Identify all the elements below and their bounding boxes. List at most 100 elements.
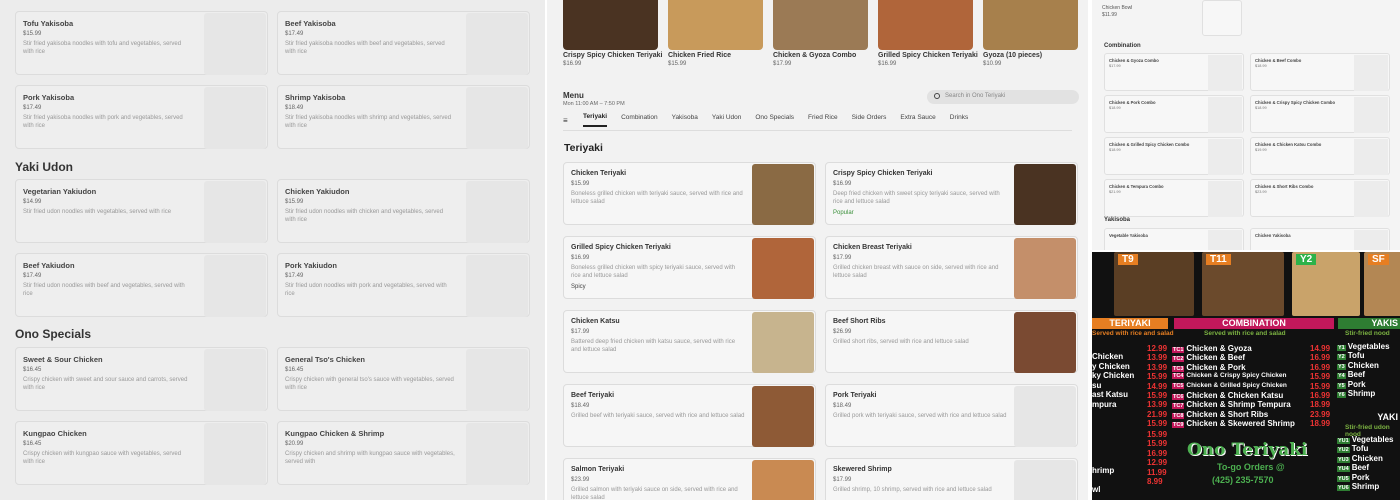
combo-name: Chicken & Gyoza: [1186, 344, 1252, 353]
menu-item-card[interactable]: Chicken Yakisoba: [1250, 228, 1390, 250]
featured-item[interactable]: Chicken Fried Rice $15.99: [668, 0, 763, 67]
combo-item: TC7 Chicken & Shrimp Tempura: [1172, 400, 1291, 410]
menu-item-card[interactable]: Kungpao Chicken & Shrimp $20.99 Crispy chi…: [277, 421, 530, 485]
menu-item-card[interactable]: Vegetarian Yakiudon $14.99 Stir fried udon…: [15, 179, 268, 243]
combo-item: TC5 Chicken & Grilled Spicy Chicken: [1172, 382, 1287, 389]
item-image: [466, 87, 528, 149]
dish-code: T9: [1118, 254, 1138, 265]
menu-item-card[interactable]: General Tso's Chicken $16.45 Crispy chicke…: [277, 347, 530, 411]
search-input[interactable]: Search in Ono Teriyaki: [927, 90, 1079, 104]
udon-name: Chicken: [1351, 453, 1383, 463]
tab-teriyaki[interactable]: Teriyaki: [583, 113, 608, 127]
item-price: $16.45: [23, 441, 42, 447]
combo-item: TC3 Chicken & Pork: [1172, 363, 1246, 372]
item-image: [1014, 238, 1076, 299]
restaurant-logo: Ono Teriyaki: [1187, 440, 1308, 460]
combo-name: Chicken & Pork: [1186, 362, 1246, 372]
menu-item-card[interactable]: Tofu Yakisoba $15.99 Stir fried yakisoba n…: [15, 11, 268, 75]
menu-item-card[interactable]: Chicken & Crispy Spicy Chicken Combo $18.…: [1250, 95, 1390, 133]
menu-item-card[interactable]: Chicken & Gyoza Combo $17.99: [1104, 53, 1244, 91]
tab-combination[interactable]: Combination: [621, 114, 658, 126]
item-price: $18.99: [1109, 148, 1121, 152]
combination-subheading: Served with rice and salad: [1204, 330, 1286, 337]
price: 15.99: [1147, 419, 1168, 429]
item-name: Salmon Teriyaki: [571, 466, 625, 473]
item-name: Chicken & Short Ribs Combo: [1255, 184, 1314, 189]
tab-extra-sauce[interactable]: Extra Sauce: [900, 114, 935, 126]
menu-item-card[interactable]: Pork Yakisoba $17.49 Stir fried yakisoba n…: [15, 85, 268, 149]
menu-item-card[interactable]: Sweet & Sour Chicken $16.45 Crispy chicken…: [15, 347, 268, 411]
menu-item-card[interactable]: Beef Yakiudon $17.49 Stir fried udon noodl…: [15, 253, 268, 317]
item-description: Grilled shrimp, 10 shrimp, served with r…: [833, 487, 992, 493]
item-name: Pork Yakiudon: [285, 261, 337, 270]
item-price: $19.99: [1255, 148, 1267, 152]
menu-item-card[interactable]: Pork Teriyaki $18.49 Grilled pork with ter…: [825, 384, 1078, 447]
yakisoba-name: Beef: [1347, 370, 1366, 380]
list-icon[interactable]: ≡: [563, 116, 571, 125]
yakisoba-code: Y1: [1337, 345, 1346, 351]
menu-item-card[interactable]: Pork Yakiudon $17.49 Stir fried udon noodl…: [277, 253, 530, 317]
item-image: [466, 423, 528, 485]
menu-item-card[interactable]: Chicken & Short Ribs Combo $23.99: [1250, 179, 1390, 217]
item-name: General Tso's Chicken: [285, 355, 366, 364]
menu-item-card[interactable]: Crispy Spicy Chicken Teriyaki $16.99 Deep …: [825, 162, 1078, 225]
menu-item-card[interactable]: Beef Yakisoba $17.49 Stir fried yakisoba n…: [277, 11, 530, 75]
search-icon: [934, 93, 940, 99]
price: 18.99: [1310, 400, 1331, 410]
price: 12.99: [1147, 458, 1168, 468]
tab-side-orders[interactable]: Side Orders: [852, 114, 887, 126]
menu-item-card[interactable]: Grilled Spicy Chicken Teriyaki $16.99 Bone…: [563, 236, 816, 299]
item-image: [204, 349, 266, 411]
menu-item-card[interactable]: Beef Short Ribs $26.99 Grilled short ribs,…: [825, 310, 1078, 373]
menu-item-card[interactable]: Chicken & Tempura Combo $21.99: [1104, 179, 1244, 217]
menu-item-card[interactable]: Chicken & Beef Combo $18.99: [1250, 53, 1390, 91]
teriyaki-item: Chicken: [1092, 352, 1124, 361]
featured-item[interactable]: Gyoza (10 pieces) $10.99: [983, 0, 1078, 67]
item-name: Chicken & Tempura Combo: [1109, 184, 1164, 189]
price: 23.99: [1310, 409, 1331, 419]
item-price: $15.99: [285, 199, 304, 205]
featured-item[interactable]: Grilled Spicy Chicken Teriyaki $16.99: [878, 0, 978, 67]
menu-item-card[interactable]: Chicken Yakiudon $15.99 Stir fried udon no…: [277, 179, 530, 243]
tab-drinks[interactable]: Drinks: [950, 114, 968, 126]
menu-item-card[interactable]: Kungpao Chicken $16.45 Crispy chicken with…: [15, 421, 268, 485]
item-price: $18.49: [285, 105, 304, 111]
menu-item-card[interactable]: Beef Teriyaki $18.49 Grilled beef with ter…: [563, 384, 816, 447]
udon-item: YU1 Vegetables: [1337, 435, 1394, 444]
item-description: Battered deep fried chicken with katsu s…: [571, 339, 736, 353]
menu-item-card[interactable]: Chicken Katsu $17.99 Battered deep fried c…: [563, 310, 816, 373]
item-name: Sweet & Sour Chicken: [23, 355, 103, 364]
combo-code: TC1: [1172, 347, 1185, 353]
tab-fried-rice[interactable]: Fried Rice: [808, 114, 838, 126]
udon-name: Pork: [1351, 472, 1370, 482]
featured-item[interactable]: Chicken & Gyoza Combo $17.99: [773, 0, 868, 67]
menu-item-card[interactable]: Chicken Breast Teriyaki $17.99 Grilled chi…: [825, 236, 1078, 299]
combo-code: TC3: [1172, 365, 1185, 372]
menu-item-card[interactable]: Vegetable Yakisoba: [1104, 228, 1244, 250]
menu-item-card[interactable]: Skewered Shrimp $17.99 Grilled shrimp, 10 …: [825, 458, 1078, 500]
combo-name: Chicken & Chicken Katsu: [1186, 391, 1284, 400]
teriyaki-item: mpura: [1092, 399, 1117, 409]
featured-item[interactable]: Crispy Spicy Chicken Teriyaki $16.99: [563, 0, 662, 67]
udon-item: YU2 Tofu: [1337, 444, 1368, 454]
item-name: Beef Teriyaki: [571, 392, 615, 399]
dish-code: SF: [1368, 254, 1389, 265]
tab-yakisoba[interactable]: Yakisoba: [672, 114, 698, 126]
menu-item-card[interactable]: Chicken & Chicken Katsu Combo $19.99: [1250, 137, 1390, 175]
item-description: Stir fried udon noodles with vegetables,…: [23, 209, 172, 215]
menu-item-card[interactable]: Chicken & Grilled Spicy Chicken Combo $18…: [1104, 137, 1244, 175]
featured-item-price: $10.99: [983, 61, 1002, 67]
item-description: Grilled chicken breast with sauce on sid…: [833, 265, 999, 279]
section-heading: Ono Specials: [15, 327, 92, 341]
tab-yaki-udon[interactable]: Yaki Udon: [712, 114, 742, 126]
featured-item-name: Gyoza (10 pieces): [983, 52, 1043, 59]
item-name: Chicken & Crispy Spicy Chicken Combo: [1255, 100, 1336, 105]
item-name: Kungpao Chicken: [23, 429, 87, 438]
menu-item-card[interactable]: Salmon Teriyaki $23.99 Grilled salmon with…: [563, 458, 816, 500]
menu-item-card[interactable]: Chicken Teriyaki $15.99 Boneless grilled c…: [563, 162, 816, 225]
item-description: Grilled pork with teriyaki sauce, served…: [833, 413, 1007, 419]
yakisoba-heading: YAKIS: [1338, 318, 1400, 329]
menu-item-card[interactable]: Chicken & Pork Combo $18.99: [1104, 95, 1244, 133]
menu-item-card[interactable]: Shrimp Yakisoba $18.49 Stir fried yakisoba…: [277, 85, 530, 149]
tab-ono-specials[interactable]: Ono Specials: [755, 114, 794, 126]
